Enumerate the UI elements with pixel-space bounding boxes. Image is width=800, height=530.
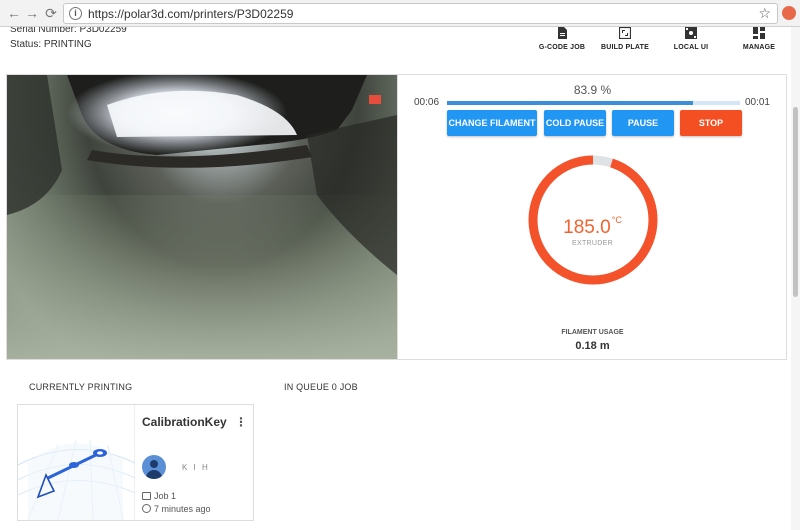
- remaining-time: 00:01: [744, 97, 770, 108]
- webcam-view[interactable]: [7, 75, 397, 359]
- forward-icon[interactable]: →: [24, 5, 40, 21]
- clock-icon: [142, 504, 151, 513]
- extension-icon[interactable]: [782, 6, 796, 20]
- avatar: [142, 455, 166, 479]
- avatar-body: [146, 470, 162, 479]
- scrollbar-thumb[interactable]: [793, 107, 798, 297]
- address-bar[interactable]: i https://polar3d.com/printers/P3D02259 …: [63, 3, 778, 24]
- job-time-label: 7 minutes ago: [154, 504, 211, 514]
- record-icon[interactable]: [369, 95, 381, 104]
- build-plate-button[interactable]: BUILD PLATE: [595, 27, 655, 51]
- file-icon: [558, 27, 567, 39]
- webcam-image: [7, 75, 397, 359]
- print-controls: 83.9 % 00:06 00:01 CHANGE FILAMENT COLD …: [397, 75, 786, 359]
- temperature-unit: °C: [611, 215, 622, 225]
- gcode-job-button[interactable]: G-CODE JOB: [532, 27, 592, 51]
- progress-bar-fill: [447, 101, 693, 105]
- local-ui-icon: [685, 27, 697, 39]
- scrollbar[interactable]: [791, 27, 800, 530]
- job-card[interactable]: CalibrationKey ⋮ K I H Job 1 7 minutes a…: [17, 404, 254, 521]
- manage-button[interactable]: MANAGE: [729, 27, 789, 51]
- job-time: 7 minutes ago: [142, 504, 211, 514]
- gcode-job-label: G-CODE JOB: [538, 44, 586, 51]
- extruder-label: EXTRUDER: [572, 240, 613, 247]
- stop-button[interactable]: STOP: [680, 110, 742, 136]
- job-title[interactable]: CalibrationKey: [142, 415, 227, 429]
- filament-usage-value: 0.18 m: [575, 340, 610, 352]
- info-icon[interactable]: i: [69, 7, 82, 20]
- build-plate-icon: [619, 27, 631, 39]
- job-thumbnail[interactable]: [17, 405, 136, 521]
- back-icon[interactable]: ←: [6, 5, 22, 21]
- job-number: Job 1: [142, 491, 176, 501]
- bookmark-star-icon[interactable]: ☆: [758, 5, 771, 22]
- elapsed-time: 00:06: [414, 97, 440, 108]
- manage-label: MANAGE: [742, 44, 776, 51]
- url-text[interactable]: https://polar3d.com/printers/P3D02259: [88, 7, 293, 21]
- temperature-value: 185.0: [563, 217, 611, 238]
- pause-button[interactable]: PAUSE: [612, 110, 674, 136]
- more-vert-icon[interactable]: ⋮: [235, 415, 247, 429]
- reload-icon[interactable]: ⟳: [43, 5, 59, 21]
- job-user: K I H: [182, 463, 210, 472]
- in-queue-heading: IN QUEUE 0 JOB: [284, 382, 358, 392]
- local-ui-label: LOCAL UI: [673, 44, 709, 51]
- change-filament-button[interactable]: CHANGE FILAMENT: [447, 110, 537, 136]
- serial-number: Serial Number: P3D02259: [10, 27, 127, 35]
- page-content: Serial Number: P3D02259 Status: PRINTING…: [0, 27, 791, 530]
- model-preview: [17, 439, 136, 521]
- extruder-temperature: 185.0°C: [398, 215, 787, 239]
- printer-panel: 83.9 % 00:06 00:01 CHANGE FILAMENT COLD …: [6, 74, 787, 360]
- job-icon: [142, 492, 151, 500]
- currently-printing-heading: CURRENTLY PRINTING: [29, 382, 133, 392]
- build-plate-label: BUILD PLATE: [601, 44, 649, 51]
- filament-usage-label: FILAMENT USAGE: [561, 329, 624, 336]
- job-number-label: Job 1: [154, 491, 177, 501]
- progress-bar: [447, 101, 740, 105]
- browser-toolbar: ← → ⟳ i https://polar3d.com/printers/P3D…: [0, 0, 800, 27]
- progress-percent: 83.9 %: [573, 83, 612, 97]
- avatar-head: [150, 460, 158, 468]
- local-ui-button[interactable]: LOCAL UI: [661, 27, 721, 51]
- dashboard-icon: [753, 27, 765, 39]
- printer-status: Status: PRINTING: [10, 39, 92, 50]
- cold-pause-button[interactable]: COLD PAUSE: [544, 110, 606, 136]
